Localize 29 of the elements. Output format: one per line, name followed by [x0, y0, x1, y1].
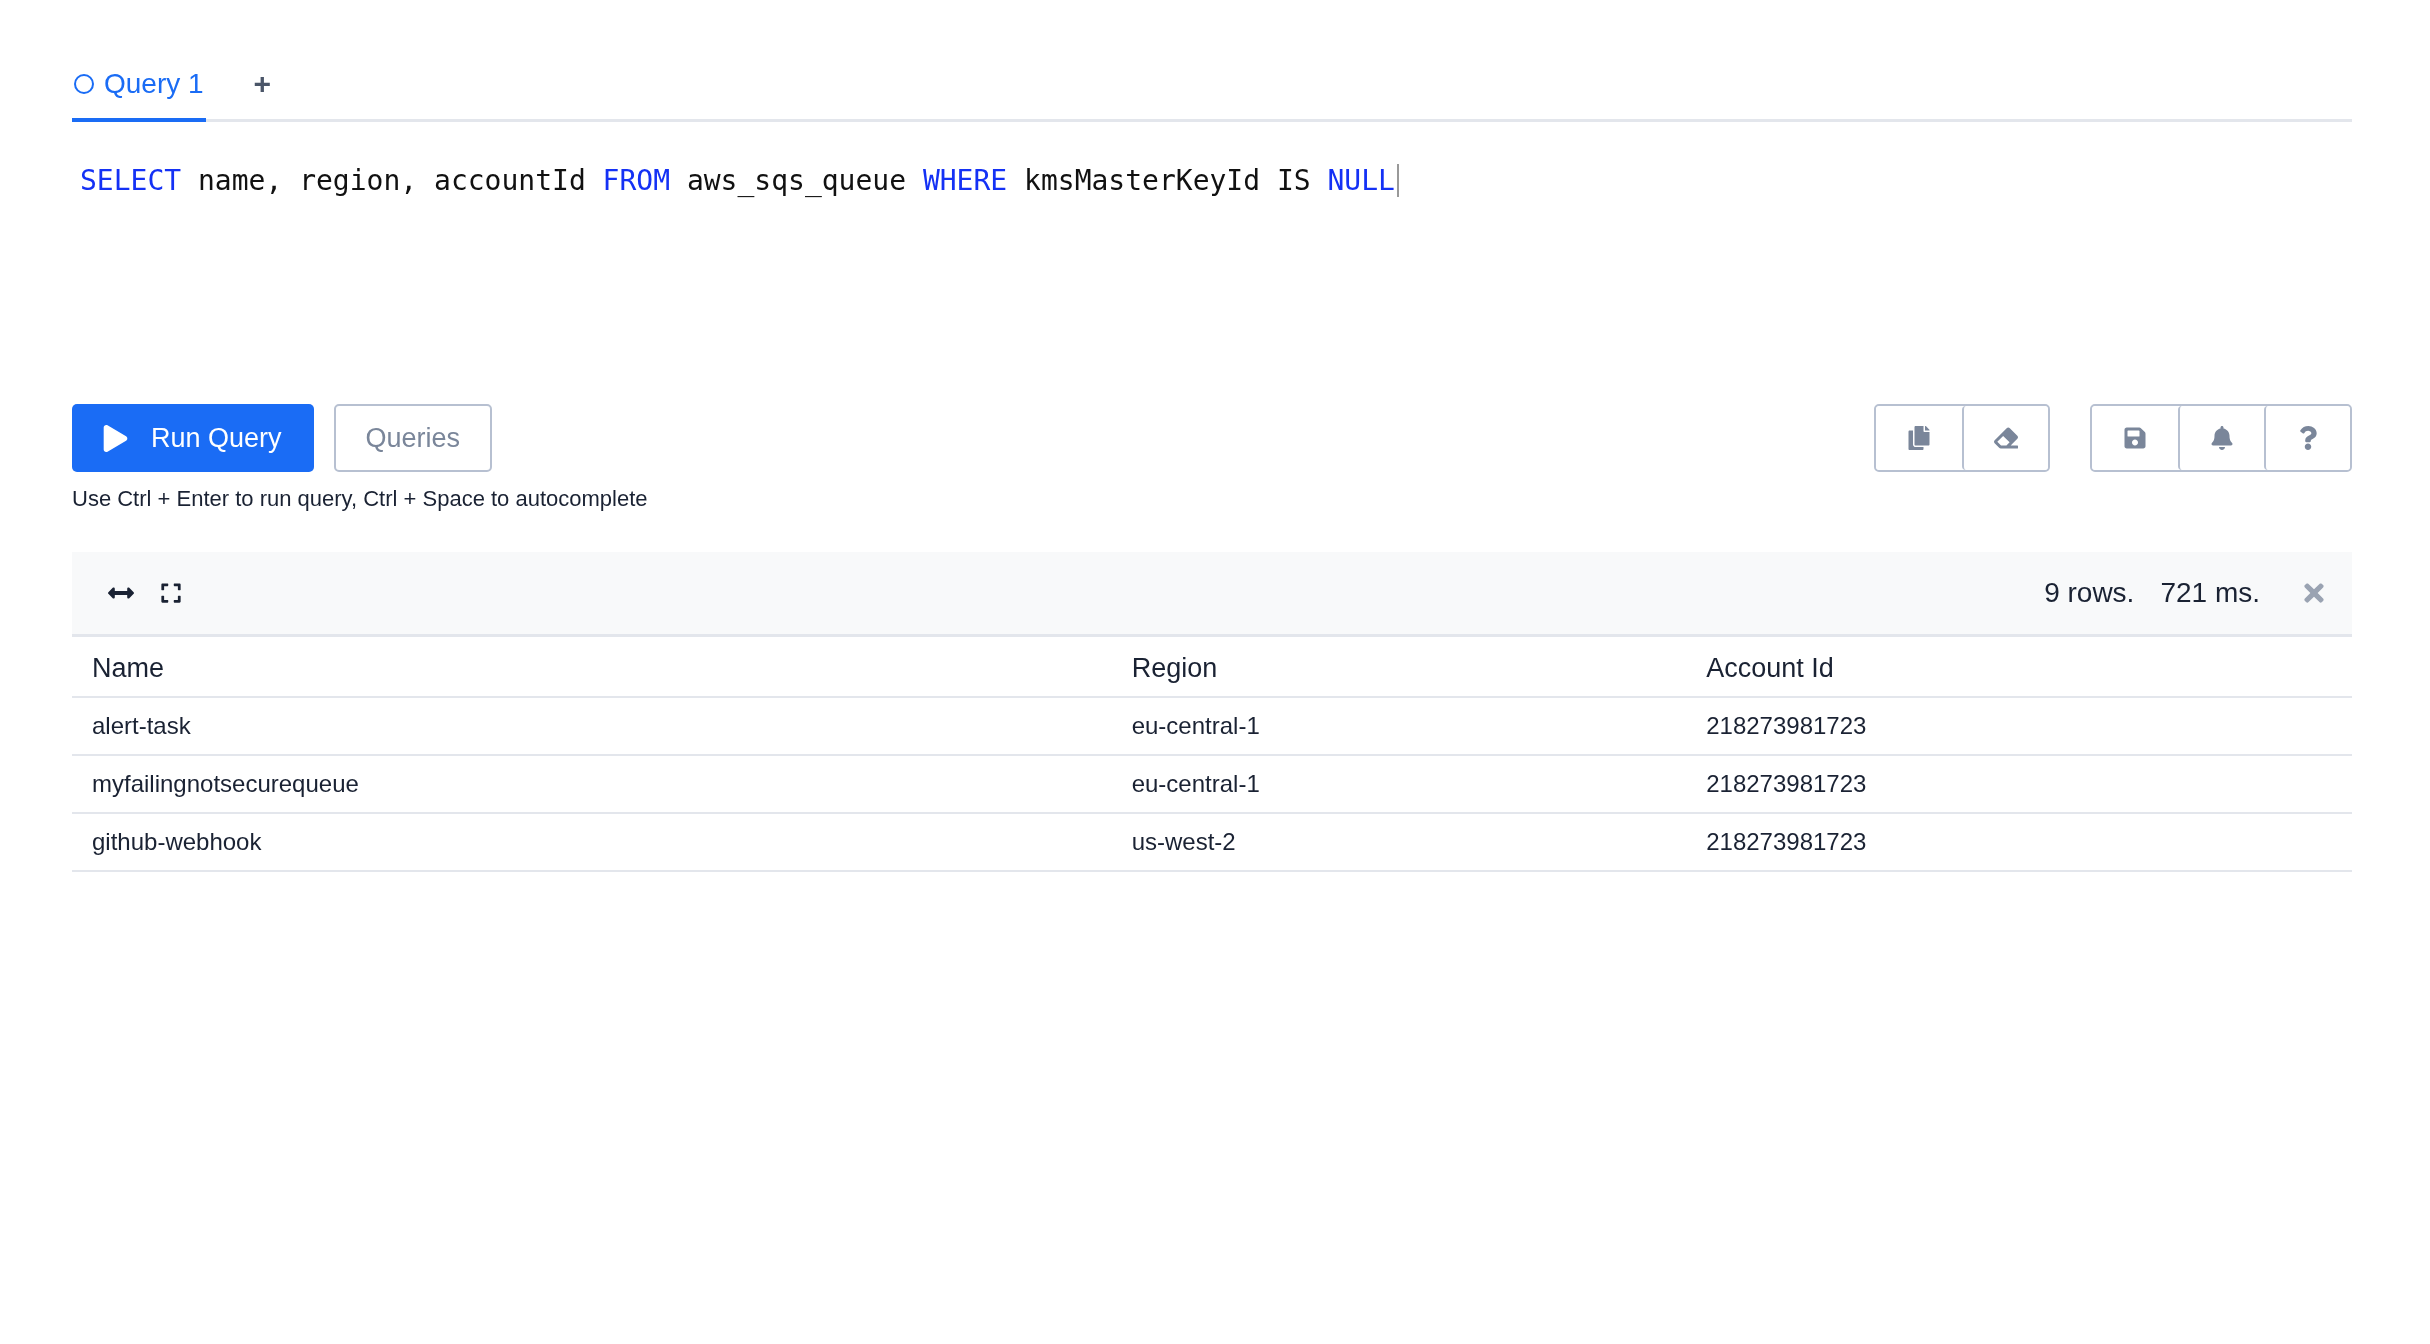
query-duration: 721 ms.	[2160, 577, 2260, 609]
table-cell: github-webhook	[72, 813, 1112, 871]
row-count: 9 rows.	[2044, 577, 2135, 609]
add-tab-button[interactable]: +	[245, 67, 280, 119]
table-cell: alert-task	[72, 697, 1112, 755]
column-header: Region	[1111, 637, 1687, 697]
queries-button[interactable]: Queries	[333, 404, 493, 472]
clear-button[interactable]	[1962, 406, 2048, 470]
save-icon	[2123, 426, 2147, 450]
table-cell: 218273981723	[1686, 697, 2352, 755]
help-button[interactable]	[2264, 406, 2350, 470]
query-code[interactable]: SELECT name, region, accountId FROM aws_sqs_queue WHERE kmsMasterKeyId IS NULL	[80, 164, 1399, 197]
table-cell: eu-central-1	[1111, 755, 1687, 813]
table-cell: us-west-2	[1111, 813, 1687, 871]
table-cell: myfailingnotsecurequeue	[72, 755, 1112, 813]
play-icon	[102, 424, 129, 452]
fullscreen-icon[interactable]	[160, 582, 182, 604]
table-cell: 218273981723	[1686, 755, 2352, 813]
bell-icon	[2210, 426, 2234, 450]
table-cell: 218273981723	[1686, 813, 2352, 871]
shortcut-hint: Use Ctrl + Enter to run query, Ctrl + Space to autocomplete	[72, 486, 649, 512]
column-header: Name	[72, 637, 1112, 697]
table-cell: eu-central-1	[1111, 697, 1687, 755]
copy-icon	[1907, 426, 1931, 450]
eraser-icon	[1994, 426, 2018, 450]
circle-icon	[74, 74, 94, 94]
column-header: Account Id	[1686, 637, 2352, 697]
run-query-button[interactable]: Run Query	[72, 404, 314, 472]
query-tab[interactable]: Query 1	[72, 64, 206, 122]
